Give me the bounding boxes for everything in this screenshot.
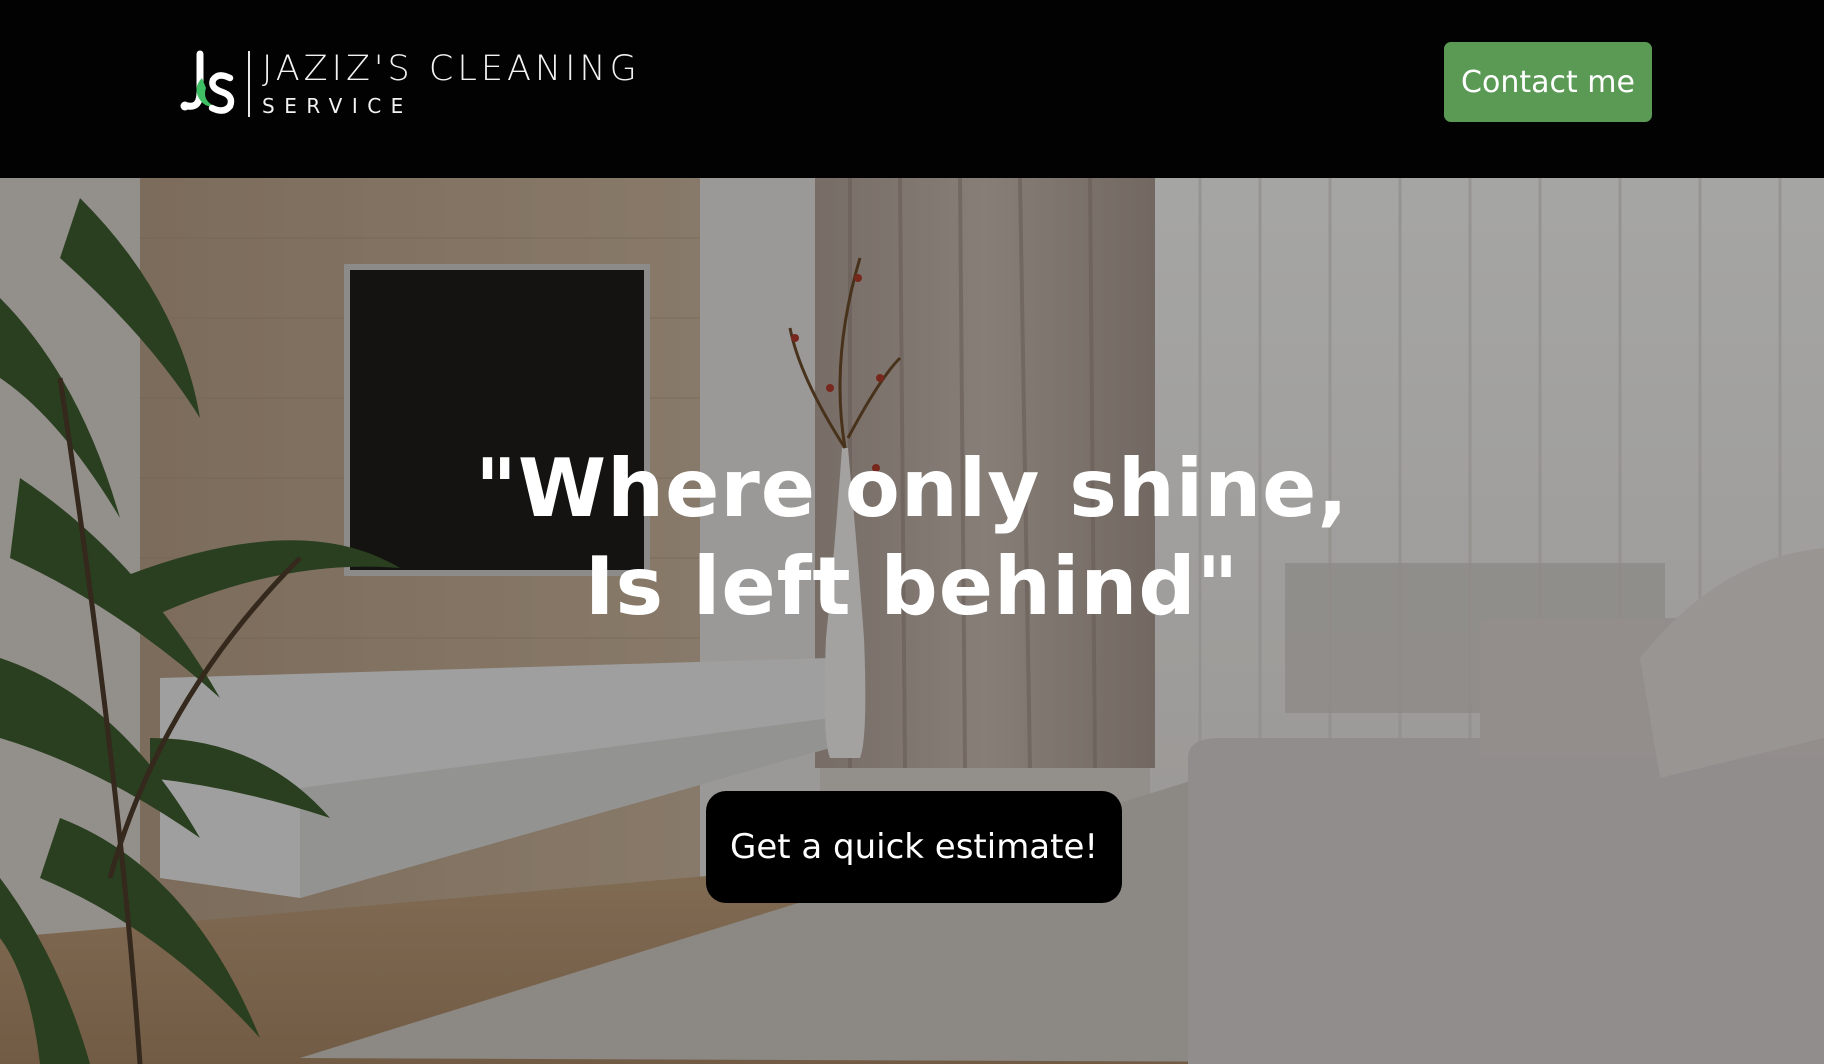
- page: JAZIZ'S CLEANING SERVICE Contact me "Whe…: [0, 0, 1824, 1064]
- get-estimate-button[interactable]: Get a quick estimate!: [706, 791, 1122, 903]
- contact-me-button[interactable]: Contact me: [1444, 42, 1652, 122]
- js-monogram-logo-icon: [180, 48, 242, 120]
- logo-divider: [248, 51, 250, 117]
- logo-title: JAZIZ'S CLEANING: [262, 49, 641, 89]
- hero-section: "Where only shine, Is left behind" Get a…: [0, 178, 1824, 1064]
- logo-subtitle: SERVICE: [262, 94, 413, 118]
- site-logo[interactable]: JAZIZ'S CLEANING SERVICE: [180, 48, 641, 120]
- logo-wordmark: JAZIZ'S CLEANING SERVICE: [262, 49, 641, 119]
- hero-headline-line1: "Where only shine,: [475, 442, 1349, 535]
- hero-headline: "Where only shine, Is left behind": [412, 440, 1412, 636]
- site-header: JAZIZ'S CLEANING SERVICE Contact me: [0, 0, 1824, 178]
- hero-headline-line2: Is left behind": [584, 540, 1240, 633]
